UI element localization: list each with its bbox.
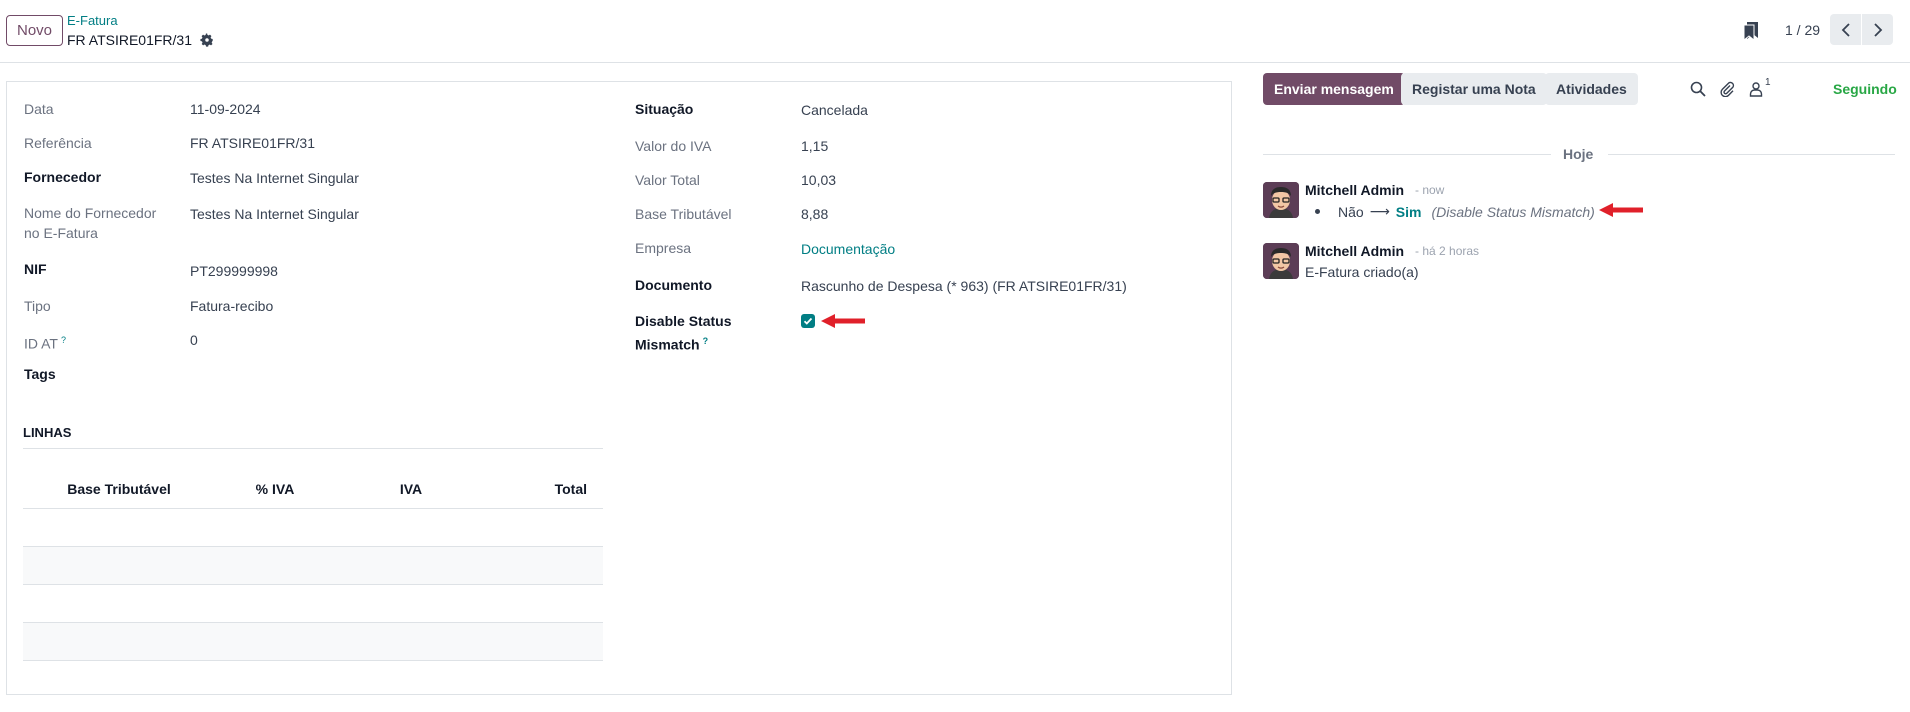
control-panel: Novo E-Fatura FR ATSIRE01FR/31 1 / 29 <box>0 0 1910 63</box>
avatar[interactable] <box>1263 182 1299 218</box>
search-icon[interactable] <box>1690 81 1706 97</box>
tracking-new-value: Sim <box>1395 203 1422 220</box>
value-nome-fornecedor-efatura[interactable]: Testes Na Internet Singular <box>190 204 359 224</box>
followers-icon[interactable] <box>1748 81 1764 97</box>
label-valor-total: Valor Total <box>635 172 700 188</box>
column-header-percent-iva[interactable]: % IVA <box>215 470 335 509</box>
send-message-button[interactable]: Enviar mensagem <box>1263 73 1405 105</box>
value-empresa-link[interactable]: Documentação <box>801 239 895 259</box>
tracking-field-name: (Disable Status Mismatch) <box>1431 203 1595 220</box>
pager-value[interactable]: 1 / 29 <box>1785 22 1820 38</box>
pager-previous-button[interactable] <box>1830 14 1861 45</box>
checkmark-icon <box>803 317 813 325</box>
value-data[interactable]: 11-09-2024 <box>190 99 261 119</box>
column-header-total[interactable]: Total <box>487 470 603 509</box>
paperclip-icon[interactable] <box>1719 81 1735 97</box>
record-name: FR ATSIRE01FR/31 <box>67 32 193 48</box>
annotation-arrow-icon <box>821 314 865 328</box>
value-documento[interactable]: Rascunho de Despesa (* 963) (FR ATSIRE01… <box>801 276 1127 296</box>
value-referencia[interactable]: FR ATSIRE01FR/31 <box>190 133 315 153</box>
avatar[interactable] <box>1263 243 1299 279</box>
avatar-face-icon <box>1263 243 1299 279</box>
label-nif: NIF <box>24 261 47 277</box>
gear-icon[interactable] <box>200 33 214 47</box>
label-empresa: Empresa <box>635 240 692 256</box>
value-fornecedor[interactable]: Testes Na Internet Singular <box>190 168 359 188</box>
value-base-tributavel[interactable]: 8,88 <box>801 204 828 224</box>
message-author[interactable]: Mitchell Admin <box>1305 182 1404 198</box>
form-sheet: Data 11-09-2024 Referência FR ATSIRE01FR… <box>6 81 1232 695</box>
followers-count: 1 <box>1765 77 1771 88</box>
chevron-left-icon <box>1841 22 1850 37</box>
bookmark-icon[interactable] <box>1744 22 1758 40</box>
activities-button[interactable]: Atividades <box>1545 73 1638 105</box>
new-button[interactable]: Novo <box>6 15 64 46</box>
table-row <box>23 508 603 547</box>
tracking-value: Não ⟶ Sim (Disable Status Mismatch) <box>1315 203 1595 220</box>
value-id-at[interactable]: 0 <box>190 330 198 350</box>
avatar-face-icon <box>1263 182 1299 218</box>
message-author[interactable]: Mitchell Admin <box>1305 243 1404 259</box>
label-id-at-text: ID AT <box>24 335 58 352</box>
message-body: E-Fatura criado(a) <box>1305 264 1419 280</box>
label-tags: Tags <box>24 366 56 382</box>
lines-section-title: LINHAS <box>23 425 603 449</box>
log-note-button[interactable]: Registar uma Nota <box>1401 73 1547 105</box>
table-row <box>23 584 603 623</box>
label-situacao: Situação <box>635 101 694 117</box>
column-header-iva[interactable]: IVA <box>335 470 487 509</box>
label-disable-status-mismatch-text: Disable Status Mismatch <box>635 313 732 353</box>
date-separator: Hoje <box>1263 145 1895 165</box>
label-base-tributavel: Base Tributável <box>635 206 732 222</box>
lines-table-header: Base Tributável % IVA IVA Total <box>23 470 603 509</box>
follow-status-button[interactable]: Seguindo <box>1833 81 1897 97</box>
breadcrumb: E-Fatura FR ATSIRE01FR/31 <box>67 13 214 50</box>
breadcrumb-parent-link[interactable]: E-Fatura <box>67 13 214 29</box>
disable-status-mismatch-checkbox[interactable] <box>801 314 815 328</box>
help-tooltip-icon[interactable]: ? <box>61 335 66 345</box>
table-row <box>23 622 603 661</box>
label-id-at: ID AT? <box>24 330 66 354</box>
label-documento: Documento <box>635 277 712 293</box>
value-situacao[interactable]: Cancelada <box>801 100 868 120</box>
tracking-old-value: Não <box>1338 203 1364 220</box>
label-referencia: Referência <box>24 135 92 151</box>
label-fornecedor: Fornecedor <box>24 169 102 185</box>
tracking-arrow-icon: ⟶ <box>1369 203 1390 219</box>
help-tooltip-icon[interactable]: ? <box>703 336 709 346</box>
pager-next-button[interactable] <box>1862 14 1893 45</box>
value-valor-total[interactable]: 10,03 <box>801 170 836 190</box>
value-valor-iva[interactable]: 1,15 <box>801 136 828 156</box>
label-nome-fornecedor-efatura: Nome do Fornecedor no E-Fatura <box>24 205 157 241</box>
column-header-base-tributavel[interactable]: Base Tributável <box>23 470 215 509</box>
record-title: FR ATSIRE01FR/31 <box>67 30 214 50</box>
message-time: - há 2 horas <box>1415 244 1480 258</box>
label-disable-status-mismatch: Disable Status Mismatch? <box>635 311 755 355</box>
label-valor-iva: Valor do IVA <box>635 138 712 154</box>
table-row <box>23 546 603 585</box>
chevron-right-icon <box>1873 22 1882 37</box>
label-data: Data <box>24 101 54 117</box>
value-nif[interactable]: PT299999998 <box>190 261 278 281</box>
label-tipo: Tipo <box>24 298 51 314</box>
message-time: - now <box>1415 183 1445 197</box>
date-separator-label: Hoje <box>1563 146 1594 162</box>
value-tipo[interactable]: Fatura-recibo <box>190 296 273 316</box>
lines-table: Base Tributável % IVA IVA Total <box>23 470 603 661</box>
annotation-arrow-icon <box>1599 203 1643 217</box>
